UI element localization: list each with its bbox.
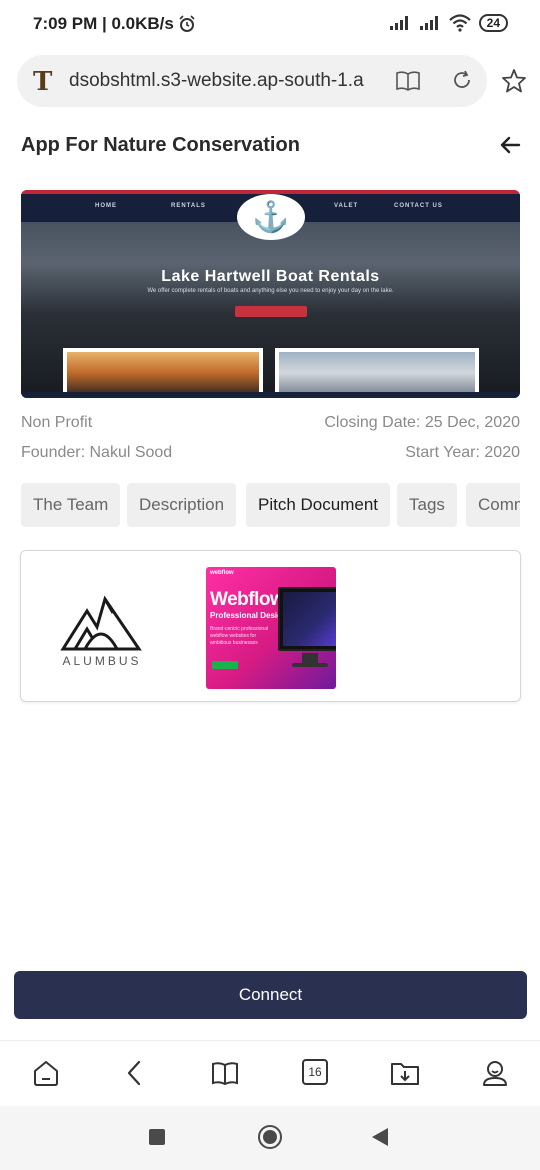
site-icon: T: [33, 67, 53, 97]
hero-nav-item: CONTACT US: [394, 203, 443, 209]
pitch-document-panel: ALUMBUS webflow Webflow Professional Des…: [20, 550, 521, 702]
closing-date: Closing Date: 25 Dec, 2020: [324, 414, 520, 431]
tabs-icon[interactable]: 16: [302, 1059, 328, 1085]
system-back-icon[interactable]: [372, 1128, 388, 1146]
hero-bottom-stripe: [21, 392, 520, 398]
page-title: App For Nature Conservation: [21, 134, 300, 156]
reader-mode-icon[interactable]: [395, 69, 421, 93]
tab-description[interactable]: Description: [127, 483, 237, 527]
tab-the-team[interactable]: The Team: [21, 483, 121, 527]
bookmarks-icon[interactable]: [211, 1059, 239, 1087]
alumbus-wordmark: ALUMBUS: [62, 654, 142, 668]
tab-pitch-document[interactable]: Pitch Document: [246, 483, 390, 527]
signal-icon: [389, 16, 408, 30]
signal-icon-2: [419, 16, 438, 30]
tab-comments[interactable]: Comm: [466, 483, 520, 527]
monitor-base: [292, 663, 328, 667]
start-year: Start Year: 2020: [405, 444, 520, 461]
hero-nav-item: HOME: [95, 203, 117, 209]
battery-indicator: 24: [478, 14, 508, 32]
wifi-icon: [448, 14, 471, 32]
webflow-document-thumbnail[interactable]: webflow Webflow Professional Design Bran…: [206, 567, 336, 689]
recent-apps-icon[interactable]: [149, 1129, 165, 1145]
alarm-icon: [179, 15, 195, 32]
status-time-speed-text: 7:09 PM | 0.0KB/s: [33, 14, 174, 33]
hero-nav-item: VALET: [334, 203, 359, 209]
status-time-speed: 7:09 PM | 0.0KB/s: [33, 14, 196, 34]
project-tabs: The Team Description Pitch Document Tags…: [21, 483, 520, 527]
browser-toolbar: 16: [0, 1040, 540, 1106]
webflow-brand: webflow: [210, 570, 234, 576]
home-icon[interactable]: [32, 1059, 60, 1087]
founder-label: Founder: Nakul Sood: [21, 444, 173, 461]
anchor-logo-icon: ⚓: [237, 194, 305, 240]
hero-subtitle: We offer complete rentals of boats and a…: [147, 288, 394, 294]
profile-icon[interactable]: [482, 1059, 508, 1087]
back-icon[interactable]: [124, 1059, 146, 1087]
hero-cta-button: [235, 306, 307, 317]
webflow-description: Brand-centric professional webflow websi…: [210, 626, 269, 646]
hero-title: Lake Hartwell Boat Rentals: [161, 268, 380, 285]
reload-icon[interactable]: [451, 69, 473, 91]
connect-button[interactable]: Connect: [14, 971, 527, 1019]
address-bar[interactable]: T dsobshtml.s3-website.ap-south-1.a: [17, 55, 487, 107]
status-indicators: 24: [389, 14, 508, 32]
webflow-title: Webflow: [210, 589, 285, 610]
monitor-icon: [278, 587, 336, 651]
back-arrow-icon[interactable]: [499, 134, 521, 156]
monitor-screen: [283, 592, 336, 646]
system-nav-bar: [0, 1106, 540, 1170]
project-hero-image: HOME RENTALS VALET CONTACT US ⚓ Lake Har…: [21, 190, 520, 398]
downloads-icon[interactable]: [390, 1059, 420, 1087]
status-bar: 7:09 PM | 0.0KB/s 24: [0, 0, 540, 50]
category-label: Non Profit: [21, 414, 93, 431]
tab-tags[interactable]: Tags: [397, 483, 457, 527]
bookmark-star-icon[interactable]: [501, 68, 527, 94]
url-text[interactable]: dsobshtml.s3-website.ap-south-1.a: [69, 70, 369, 92]
system-home-icon[interactable]: [258, 1125, 282, 1149]
hero-photo-sunset: [63, 348, 263, 398]
hero-photo-boat: [275, 348, 479, 398]
monitor-stand: [302, 653, 318, 663]
hero-nav-item: RENTALS: [171, 203, 206, 209]
webflow-subtitle: Professional Design: [210, 611, 287, 620]
webflow-cta: [212, 661, 238, 669]
